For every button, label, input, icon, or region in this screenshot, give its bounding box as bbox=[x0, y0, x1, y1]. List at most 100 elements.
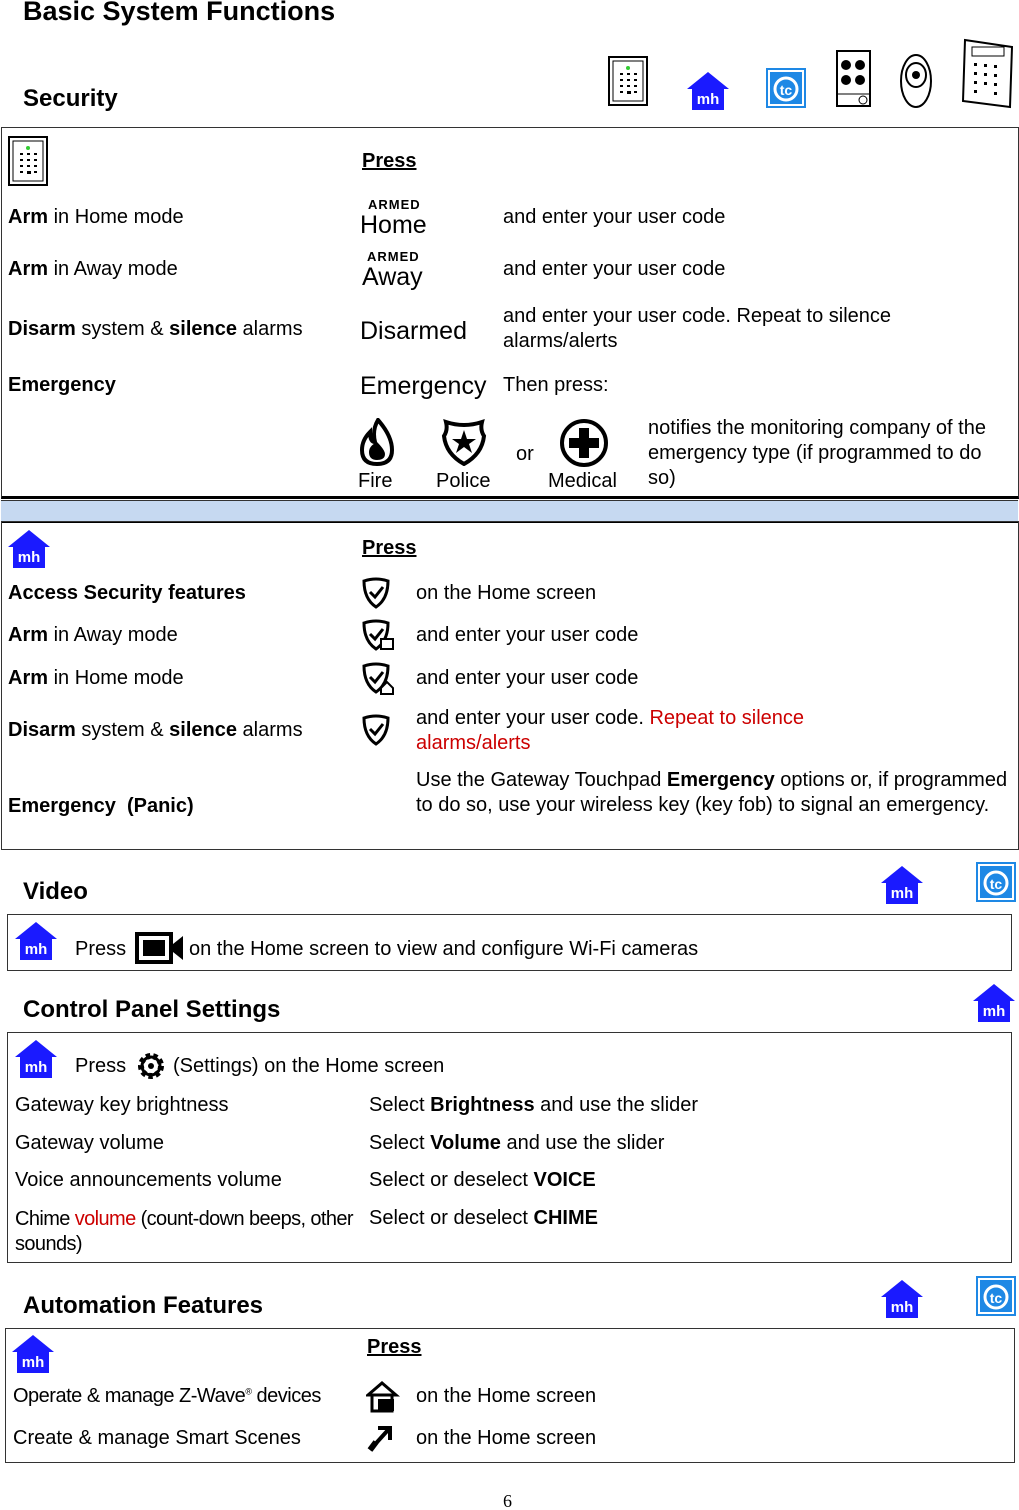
text: Brightness bbox=[430, 1094, 535, 1116]
mh-icon bbox=[12, 1335, 54, 1373]
text: Select or deselect bbox=[369, 1207, 534, 1229]
arm-away-icon[interactable] bbox=[361, 619, 395, 653]
page-title: Basic System Functions bbox=[23, 0, 336, 26]
mh-icon bbox=[881, 866, 923, 904]
police-label: Police bbox=[436, 470, 491, 492]
text: Select or deselect bbox=[369, 1169, 534, 1191]
text: and use the slider bbox=[534, 1094, 699, 1116]
text: Access Security features bbox=[8, 582, 246, 604]
text: Arm bbox=[8, 667, 49, 689]
text: Disarm bbox=[8, 719, 76, 741]
mh-icon bbox=[881, 1280, 923, 1318]
text: on the Home screen bbox=[416, 1385, 597, 1407]
text: Arm bbox=[8, 206, 49, 228]
press-header: Press bbox=[367, 1336, 422, 1358]
emergency-key[interactable]: Emergency bbox=[360, 372, 486, 401]
text: Press bbox=[75, 1055, 127, 1077]
settings-gear-icon[interactable] bbox=[135, 1050, 167, 1082]
keyfob-4button-icon bbox=[836, 50, 871, 107]
text: silence bbox=[169, 318, 237, 340]
text: in Away mode bbox=[48, 258, 178, 280]
text: volume bbox=[74, 1208, 136, 1230]
tc-icon bbox=[976, 862, 1016, 902]
wireless-keypad-icon bbox=[962, 38, 1014, 109]
security-heading: Security bbox=[23, 85, 118, 112]
control-heading: Control Panel Settings bbox=[23, 996, 281, 1023]
text: and enter your user code bbox=[416, 624, 639, 646]
disarm-shield-icon[interactable] bbox=[361, 714, 391, 746]
text: CHIME bbox=[533, 1207, 598, 1229]
text: Emergency bbox=[666, 769, 775, 791]
automation-heading: Automation Features bbox=[23, 1292, 264, 1319]
text: Home bbox=[360, 211, 427, 239]
text: Voice announcements volume bbox=[15, 1169, 282, 1191]
text: Chime bbox=[15, 1208, 75, 1230]
tc-icon bbox=[766, 68, 806, 108]
medical-icon[interactable] bbox=[559, 418, 609, 468]
zwave-devices-icon[interactable] bbox=[366, 1381, 400, 1413]
disarmed-key[interactable]: Disarmed bbox=[360, 317, 467, 346]
mh-icon bbox=[8, 530, 50, 568]
text: notifies the monitoring company of the e… bbox=[648, 417, 986, 489]
smart-scenes-icon[interactable] bbox=[366, 1422, 396, 1454]
text: Select bbox=[369, 1132, 431, 1154]
text: Arm bbox=[8, 258, 49, 280]
mh-icon bbox=[973, 984, 1015, 1022]
fire-label: Fire bbox=[358, 470, 393, 492]
text: Emergency (Panic) bbox=[8, 795, 194, 817]
text: alarms bbox=[237, 318, 303, 340]
text: ARMED bbox=[367, 249, 420, 264]
fire-icon[interactable] bbox=[358, 418, 396, 466]
text: and enter your user code bbox=[416, 667, 639, 689]
text: Arm bbox=[8, 624, 49, 646]
text: on the Home screen to view and configure… bbox=[189, 938, 699, 960]
text: alarms bbox=[237, 719, 303, 741]
armed-home-key[interactable]: ARMED Home bbox=[360, 197, 427, 239]
mh-icon bbox=[687, 72, 729, 110]
video-camera-icon[interactable] bbox=[135, 932, 185, 964]
text: devices bbox=[251, 1385, 322, 1407]
mh-icon bbox=[15, 922, 57, 960]
text: in Away mode bbox=[48, 624, 178, 646]
keypad-icon bbox=[8, 136, 48, 186]
security-shield-icon[interactable] bbox=[361, 577, 391, 609]
text: on the Home screen bbox=[416, 582, 597, 604]
text: Operate & manage Z-Wave bbox=[13, 1385, 246, 1407]
text: in Home mode bbox=[48, 667, 184, 689]
police-icon[interactable] bbox=[440, 418, 488, 466]
text: VOICE bbox=[533, 1169, 596, 1191]
press-header: Press bbox=[362, 537, 417, 559]
text: Away bbox=[362, 263, 423, 291]
row-label: Emergency bbox=[8, 374, 116, 396]
text: system & bbox=[75, 318, 170, 340]
text: and enter your user code. Repeat to sile… bbox=[503, 305, 892, 352]
text: in Home mode bbox=[48, 206, 184, 228]
text: or bbox=[516, 443, 534, 465]
text: and enter your user code. bbox=[416, 707, 650, 729]
page: mh tc Basic System Functions Security Pr… bbox=[0, 0, 1019, 1510]
text: Gateway key brightness bbox=[15, 1094, 229, 1116]
armed-away-key[interactable]: ARMED Away bbox=[362, 249, 423, 291]
text: on the Home screen bbox=[416, 1427, 597, 1449]
video-heading: Video bbox=[23, 878, 88, 905]
text: system & bbox=[75, 719, 170, 741]
text: Press bbox=[75, 938, 127, 960]
row-label: Arm in Away mode bbox=[8, 258, 178, 281]
text: Then press: bbox=[503, 374, 609, 396]
medical-label: Medical bbox=[548, 470, 617, 492]
text: Gateway volume bbox=[15, 1132, 164, 1154]
text: Volume bbox=[430, 1132, 501, 1154]
mh-icon bbox=[15, 1040, 57, 1078]
press-header: Press bbox=[362, 150, 417, 172]
page-number: 6 bbox=[503, 1491, 512, 1510]
row-label: Arm in Home mode bbox=[8, 206, 184, 229]
text: (Settings) on the Home screen bbox=[173, 1055, 445, 1077]
text: Use the Gateway Touchpad bbox=[416, 769, 667, 791]
text: Create & manage Smart Scenes bbox=[13, 1427, 301, 1449]
row-label: Disarm system & silence alarms bbox=[8, 318, 303, 341]
text: ARMED bbox=[368, 197, 421, 212]
arm-home-icon[interactable] bbox=[361, 662, 395, 696]
text: Disarm bbox=[8, 318, 76, 340]
text: and enter your user code bbox=[503, 258, 726, 280]
text: Select bbox=[369, 1094, 431, 1116]
